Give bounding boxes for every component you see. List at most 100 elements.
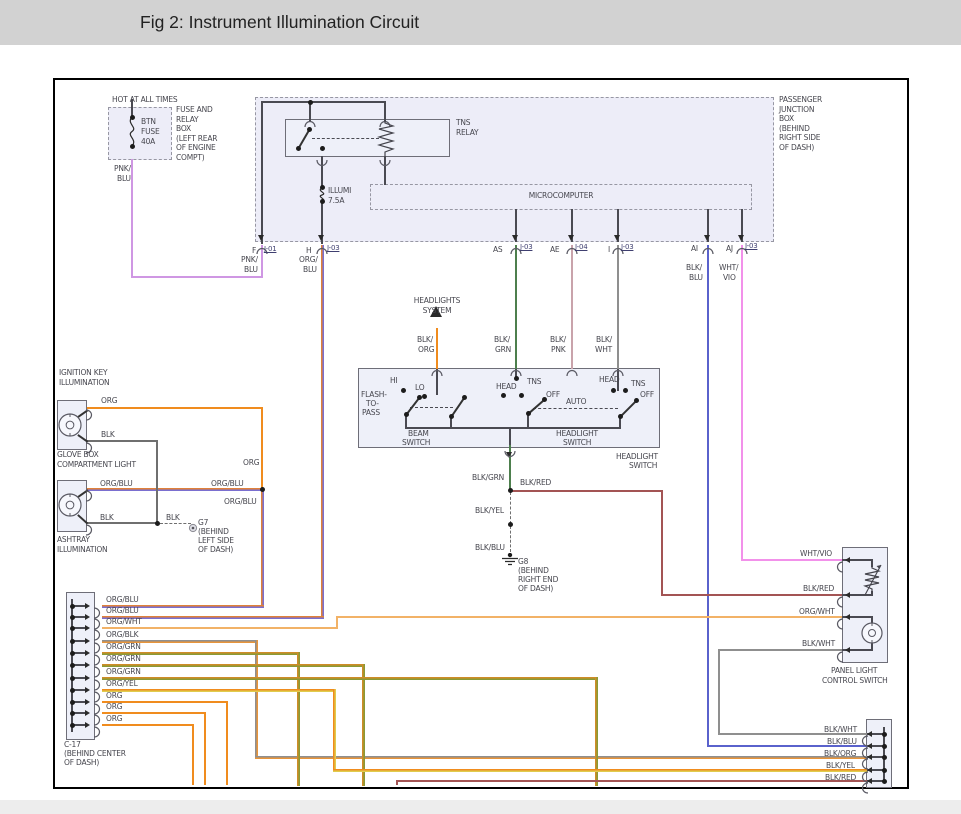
junction-dot bbox=[501, 393, 506, 398]
diagram-label: BLU bbox=[303, 266, 317, 274]
junction-dot bbox=[422, 394, 427, 399]
wire-pnkblu bbox=[131, 276, 263, 278]
diagram-label: ORG/GRN bbox=[106, 643, 141, 651]
wire-org bbox=[87, 407, 263, 409]
diagram-label: C-17 bbox=[64, 741, 81, 749]
junction-dot bbox=[70, 604, 75, 609]
diagram-label: BOX bbox=[176, 125, 191, 133]
junction-dot bbox=[70, 688, 75, 693]
wire-orgyel bbox=[333, 769, 868, 772]
junction-dot bbox=[320, 146, 325, 151]
wiring-diagram-page: Fig 2: Instrument Illumination Circuit H… bbox=[0, 0, 961, 814]
junction-dot bbox=[882, 744, 887, 749]
arrowhead-icon bbox=[85, 675, 90, 681]
bulb-icon bbox=[55, 490, 85, 524]
wire-blkred bbox=[509, 490, 663, 492]
junction-dot bbox=[462, 395, 467, 400]
diagram-label: WHT/VIO bbox=[800, 550, 832, 558]
arrowhead-icon bbox=[85, 722, 90, 728]
junction-dot bbox=[70, 639, 75, 644]
diagram-label: GRN bbox=[495, 346, 511, 354]
wire-blkred bbox=[661, 490, 663, 596]
wire-orggrn bbox=[102, 664, 365, 667]
diagram-label: WHT/ bbox=[719, 264, 738, 272]
diagram-label: SWITCH bbox=[563, 439, 591, 447]
wire-blkwht bbox=[617, 245, 619, 369]
wire-orggrn bbox=[102, 677, 598, 680]
connector-ref-link[interactable]: J-03 bbox=[327, 245, 339, 252]
diagram-label: ORG/ bbox=[299, 256, 318, 264]
diagram-label: BLK bbox=[166, 514, 180, 522]
wire-blkgrn bbox=[515, 245, 517, 369]
diagram-label: OF DASH) bbox=[64, 759, 99, 767]
wire-blk2 bbox=[510, 526, 511, 552]
wire-orgblu bbox=[261, 489, 264, 608]
diagram-label: BLK/BLU bbox=[827, 738, 857, 746]
bottom-strip bbox=[0, 800, 961, 814]
diagram-label: GLOVE BOX bbox=[57, 451, 99, 459]
connector-ref-link[interactable]: J-03 bbox=[745, 243, 757, 250]
diagram-label: CONTROL SWITCH bbox=[822, 677, 888, 685]
diagram-label: COMPARTMENT LIGHT bbox=[57, 461, 136, 469]
junction-dot bbox=[623, 388, 628, 393]
pin-arc bbox=[504, 443, 516, 462]
ground-icon bbox=[501, 552, 519, 571]
diagram-label: HEAD bbox=[599, 376, 619, 384]
wire-blkpnk bbox=[571, 245, 573, 369]
junction-dot bbox=[882, 732, 887, 737]
diagram-label: IGNITION KEY bbox=[59, 369, 107, 377]
diagram-label: BOX bbox=[779, 115, 794, 123]
diagram-label: ORG bbox=[418, 346, 434, 354]
wire-orgblk bbox=[255, 756, 868, 759]
diagram-label: ORG/WHT bbox=[799, 608, 835, 616]
connector-ref-link[interactable]: J-01 bbox=[264, 246, 276, 253]
connector-ref-link[interactable]: J-03 bbox=[520, 244, 532, 251]
junction-dot bbox=[882, 768, 887, 773]
diagram-label: FUSE AND bbox=[176, 106, 213, 114]
connector-ref-link[interactable]: J-04 bbox=[575, 244, 587, 251]
diagram-label: ORG/GRN bbox=[106, 668, 141, 676]
diagram-label: AJ bbox=[726, 245, 733, 253]
wire-blk2 bbox=[160, 523, 191, 524]
diagram-label: G8 bbox=[518, 558, 528, 566]
junction-dot bbox=[70, 663, 75, 668]
diagram-label: ORG bbox=[106, 715, 122, 723]
diagram-label: LEFT SIDE bbox=[198, 537, 234, 545]
diagram-label: COMPT) bbox=[176, 154, 204, 162]
diagram-label: HEADLIGHT bbox=[616, 453, 658, 461]
junction-dot bbox=[70, 700, 75, 705]
diagram-label: RIGHT SIDE bbox=[779, 134, 820, 142]
pin-arc bbox=[316, 152, 328, 171]
junction-dot bbox=[130, 144, 135, 149]
junction-dot bbox=[508, 522, 513, 527]
diagram-label: VIO bbox=[723, 274, 736, 282]
diagram-label: G7 bbox=[198, 519, 208, 527]
wire-blkwht bbox=[718, 649, 842, 651]
connector-ref-link[interactable]: J-03 bbox=[621, 244, 633, 251]
diagram-label: ORG/BLU bbox=[106, 596, 139, 604]
relay-coil-icon bbox=[377, 120, 397, 160]
diagram-label: BLK bbox=[100, 514, 114, 522]
wire-orgyel bbox=[102, 689, 336, 692]
diagram-label: 7.5A bbox=[328, 197, 344, 205]
diagram-label: AE bbox=[550, 246, 559, 254]
diagram-label: ORG bbox=[106, 692, 122, 700]
diagram-label: (LEFT REAR bbox=[176, 135, 217, 143]
pin-arc bbox=[834, 591, 846, 610]
diagram-label: OF DASH) bbox=[779, 144, 814, 152]
diagram-label: TNS bbox=[631, 380, 645, 388]
junction-dot bbox=[320, 199, 325, 204]
wire-orggrn bbox=[297, 652, 300, 786]
arrowhead-icon bbox=[85, 687, 90, 693]
diagram-label: TNS bbox=[456, 119, 470, 127]
diagram-label: BLK/ bbox=[550, 336, 566, 344]
g7-ground-icon bbox=[188, 518, 198, 537]
diagram-label: I bbox=[608, 246, 610, 254]
junction-dot bbox=[634, 398, 639, 403]
junction-dot bbox=[526, 411, 531, 416]
junction-dot bbox=[401, 388, 406, 393]
diagram-label: ILLUMI bbox=[328, 187, 351, 195]
diagram-label: SYSTEM bbox=[423, 307, 452, 315]
wire-blkblu bbox=[707, 245, 709, 747]
diagram-label: ORG/BLU bbox=[106, 607, 139, 615]
